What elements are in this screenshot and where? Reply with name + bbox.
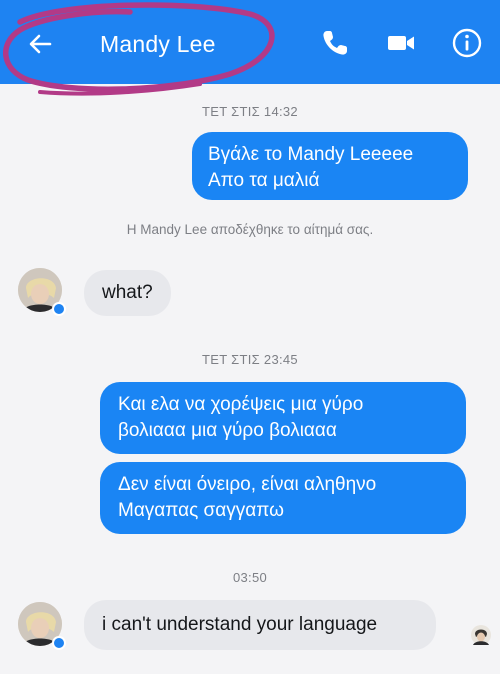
system-note: Η Mandy Lee αποδέχθηκε το αίτημά σας. [126,222,374,237]
message-text: what? [102,282,153,303]
phone-icon[interactable] [318,26,352,60]
incoming-message[interactable]: i can't understand your language [84,600,436,650]
timestamp: ΤΕΤ ΣΤΙΣ 14:32 [202,104,298,119]
read-receipt-avatar-icon [471,625,491,645]
messenger-badge-icon [52,302,66,316]
contact-name[interactable]: Mandy Lee [100,31,216,58]
timestamp: ΤΕΤ ΣΤΙΣ 23:45 [202,352,298,367]
outgoing-message[interactable]: Δεν είναι όνειρο, είναι αληθηνο Μαγαπας … [100,462,466,534]
message-line: Δεν είναι όνειρο, είναι αληθηνο [118,474,377,495]
messenger-badge-icon [52,636,66,650]
back-arrow-icon[interactable] [26,30,54,58]
message-line: Και ελα να χορέψεις μια γύρο [118,394,364,415]
chat-header: Mandy Lee [0,0,500,84]
video-icon[interactable] [384,26,418,60]
message-line: Μαγαπας σαγγαπω [118,500,284,521]
message-line: βολιααα μια γύρο βολιααα [118,420,337,441]
message-text: i can't understand your language [102,614,378,635]
outgoing-message[interactable]: Και ελα να χορέψεις μια γύρο βολιααα μια… [100,382,466,454]
info-icon[interactable] [450,26,484,60]
outgoing-message[interactable]: Βγάλε το Mandy Leeeee Απο τα μαλιά [192,132,468,200]
message-line: Απο τα μαλιά [208,170,320,191]
incoming-message[interactable]: what? [84,270,171,316]
message-line: Βγάλε το Mandy Leeeee [208,144,414,165]
timestamp: 03:50 [232,570,268,585]
